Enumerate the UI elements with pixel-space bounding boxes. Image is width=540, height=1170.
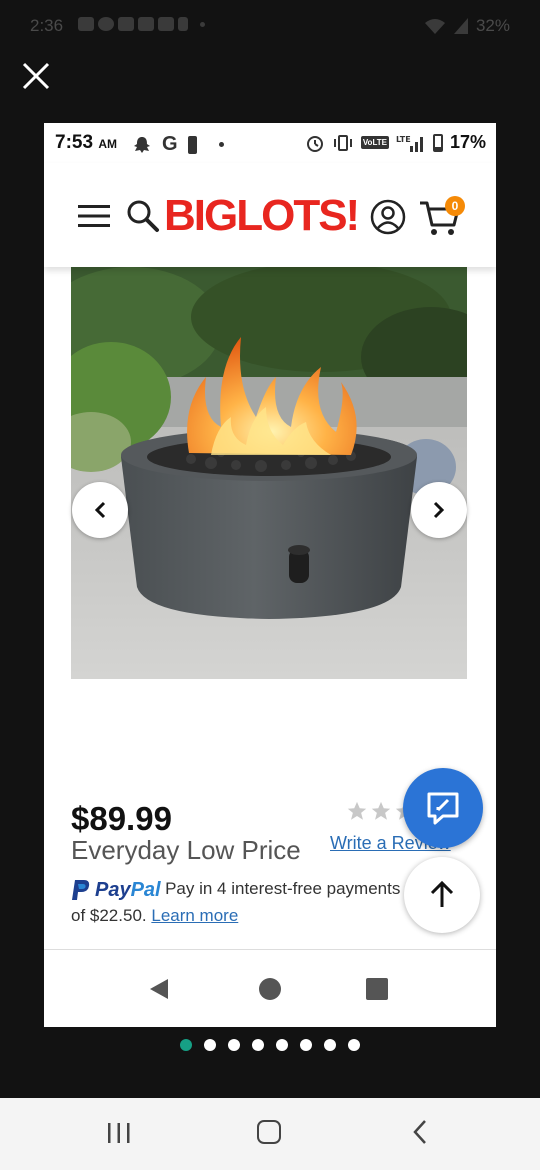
arrow-up-icon <box>430 880 454 907</box>
paypal-logo: PayPal <box>71 878 161 902</box>
alarm-icon <box>306 135 323 152</box>
back-icon[interactable] <box>410 1118 430 1146</box>
carousel-prev-button[interactable] <box>72 482 128 538</box>
inner-status-bar: 7:53 AM G VoLTE LTE 17% <box>44 123 496 163</box>
paypal-wordmark: PayPal <box>95 878 161 901</box>
recent-apps-icon[interactable] <box>106 1122 132 1144</box>
pager-dot[interactable] <box>252 1039 264 1051</box>
signal-icon <box>453 18 468 34</box>
close-icon[interactable] <box>20 60 52 92</box>
chat-button[interactable] <box>403 768 483 848</box>
biglots-logo[interactable]: BIGLOTS! <box>164 191 360 241</box>
outer-battery-percent: 32% <box>475 16 510 35</box>
volte-icon: VoLTE <box>360 136 389 149</box>
paypal-description: Pay in 4 interest-free payments <box>165 879 401 899</box>
inner-status-right: VoLTE LTE 17% <box>305 132 486 153</box>
star-icon <box>371 801 391 820</box>
pager-dot[interactable] <box>324 1039 336 1051</box>
vibrate-icon <box>333 134 352 151</box>
inner-navigation-bar <box>44 949 496 1027</box>
scroll-to-top-button[interactable] <box>404 857 480 933</box>
paypal-pay-in-4: PayPal Pay in 4 interest-free payments o… <box>71 878 411 926</box>
carousel-next-button[interactable] <box>411 482 467 538</box>
facebook-icon <box>98 17 114 31</box>
price-label: Everyday Low Price <box>71 835 301 865</box>
paypal-icon <box>72 880 90 900</box>
search-icon[interactable] <box>126 199 160 233</box>
system-navigation-bar <box>0 1098 540 1170</box>
feedback-icon <box>427 792 459 825</box>
youtube-icon <box>158 17 174 31</box>
outer-status-time: 2:36 <box>30 16 64 35</box>
home-icon[interactable] <box>257 1120 281 1144</box>
notification-icon <box>78 17 94 31</box>
google-icon: G <box>162 133 178 155</box>
inner-status-time: 7:53 AM <box>55 132 117 153</box>
battery-icon <box>432 133 443 152</box>
product-image[interactable] <box>71 267 467 679</box>
paypal-installment: of $22.50. Learn more <box>71 906 239 925</box>
wifi-icon <box>424 19 445 34</box>
star-icon <box>347 801 367 820</box>
image-pager-dots <box>180 1039 360 1051</box>
site-header: BIGLOTS! 0 <box>44 163 496 267</box>
pager-dot[interactable] <box>180 1039 192 1051</box>
chevron-right-icon <box>433 501 445 519</box>
screenshot-viewer: 7:53 AM G VoLTE LTE 17% BIGLOTS! 0 $89.9… <box>44 123 496 1027</box>
lte-signal-icon: LTE <box>396 135 423 152</box>
outer-status-bar: 2:36 32% <box>0 0 540 52</box>
inner-notification-icons: G <box>132 133 224 156</box>
home-icon[interactable] <box>259 978 281 1000</box>
back-icon[interactable] <box>148 977 170 1001</box>
battery-saver-icon <box>187 135 197 154</box>
dot-icon <box>218 142 224 147</box>
inner-battery-percent: 17% <box>449 132 486 152</box>
chevron-left-icon <box>94 501 106 519</box>
pager-dot[interactable] <box>300 1039 312 1051</box>
pager-dot[interactable] <box>228 1039 240 1051</box>
svg-text:LTE: LTE <box>396 135 411 144</box>
snapchat-icon <box>134 136 150 153</box>
youtube-icon <box>118 17 134 31</box>
account-icon[interactable] <box>370 199 406 235</box>
product-price: $89.99 <box>71 800 172 837</box>
recent-apps-icon[interactable] <box>366 978 388 1000</box>
outer-notification-icons <box>78 17 205 31</box>
pager-dot[interactable] <box>204 1039 216 1051</box>
person-icon <box>178 17 188 31</box>
hamburger-menu-icon[interactable] <box>78 204 110 228</box>
cart-count-badge: 0 <box>445 196 465 216</box>
fire-pit-image <box>71 267 467 679</box>
pager-dot[interactable] <box>276 1039 288 1051</box>
dot-icon <box>200 21 205 27</box>
youtube-icon <box>138 17 154 31</box>
pager-dot[interactable] <box>348 1039 360 1051</box>
outer-status-right: 32% <box>424 16 510 36</box>
learn-more-link[interactable]: Learn more <box>151 906 238 925</box>
